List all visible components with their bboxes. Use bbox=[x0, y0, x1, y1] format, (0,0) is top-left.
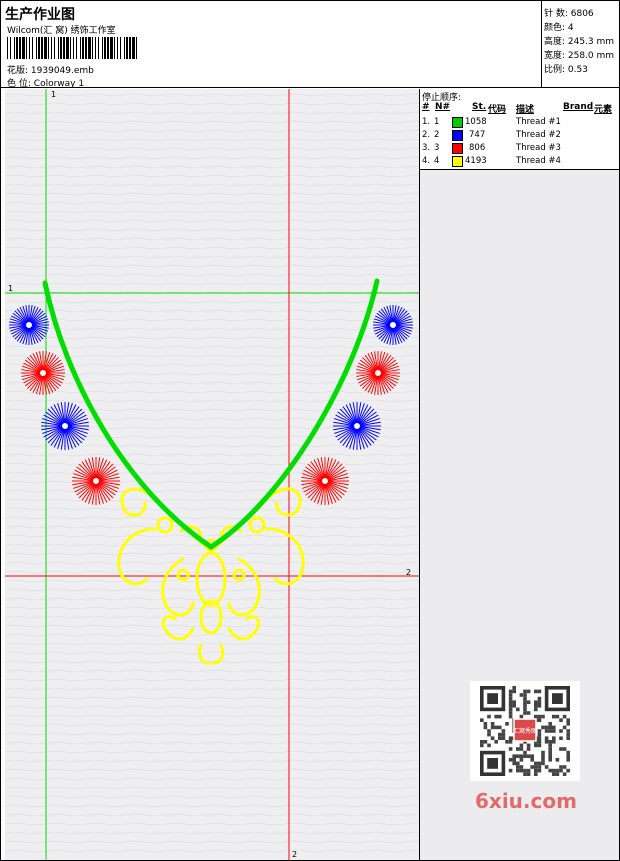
color-swatch bbox=[452, 156, 463, 167]
thread-burst bbox=[301, 457, 349, 505]
col-header-idx: # bbox=[422, 102, 430, 112]
stats-panel: 针 数: 6806 颜色: 4 高度: 245.3 mm 宽度: 258.0 m… bbox=[541, 1, 620, 87]
barcode bbox=[7, 37, 137, 59]
guide-label-h2: 2 bbox=[406, 568, 411, 577]
row-desc: Thread #1 bbox=[516, 117, 561, 127]
guide-label-h1: 1 bbox=[8, 284, 13, 293]
row-desc: Thread #3 bbox=[516, 143, 561, 153]
col-header-n: N# bbox=[435, 102, 451, 112]
col-header-brand: Brand bbox=[563, 102, 594, 112]
qr-code: 汇窝秀图 bbox=[470, 681, 580, 781]
stat-width: 宽度: 258.0 mm bbox=[544, 51, 615, 61]
row-n: 3 bbox=[434, 143, 440, 153]
qr-badge-text: 汇窝秀图 bbox=[513, 727, 537, 735]
header: 生产作业图 Wilcom(汇 窝) 绣饰工作室 花版: 1939049.emb … bbox=[1, 1, 620, 89]
thread-burst bbox=[373, 305, 413, 345]
thread-burst bbox=[9, 305, 49, 345]
company-name: Wilcom(汇 窝) 绣饰工作室 bbox=[7, 26, 116, 36]
embroidery-design: 1 1 2 2 bbox=[5, 89, 419, 860]
stat-height: 高度: 245.3 mm bbox=[544, 37, 615, 47]
row-desc: Thread #4 bbox=[516, 156, 561, 166]
color-swatch bbox=[452, 130, 463, 141]
thread-bursts bbox=[9, 305, 413, 505]
colorway-value: Colorway 1 bbox=[33, 79, 85, 89]
thread-burst bbox=[41, 402, 89, 450]
watermark-text: 6xiu.com bbox=[475, 789, 577, 813]
thread-burst bbox=[72, 457, 120, 505]
page-title: 生产作业图 bbox=[5, 7, 75, 23]
stat-colors: 颜色: 4 bbox=[544, 23, 574, 33]
row-idx: 3. bbox=[422, 143, 431, 153]
row-idx: 4. bbox=[422, 156, 431, 166]
col-header-code: 代码 bbox=[488, 105, 507, 115]
row-code: 1058 bbox=[465, 117, 487, 127]
color-swatch bbox=[452, 117, 463, 128]
design-canvas[interactable]: 1 1 2 2 bbox=[5, 89, 420, 860]
stat-scale: 比例: 0.53 bbox=[544, 65, 588, 75]
green-neckline bbox=[42, 278, 380, 550]
row-n: 4 bbox=[434, 156, 440, 166]
row-code: 747 bbox=[469, 130, 486, 140]
side-panel: 停止顺序: # N# St. 代码 描述 Brand 元素 1. 1 1058 … bbox=[420, 89, 619, 860]
table-row[interactable]: 4. 4 4193 Thread #4 bbox=[420, 156, 619, 168]
row-code: 4193 bbox=[465, 156, 487, 166]
guide-label-v1: 1 bbox=[51, 90, 56, 99]
guide-label-v2: 2 bbox=[292, 850, 297, 859]
row-code: 806 bbox=[469, 143, 486, 153]
colorway-line: 色 位: Colorway 1 bbox=[7, 76, 84, 89]
row-desc: Thread #2 bbox=[516, 130, 561, 140]
col-header-element: 元素 bbox=[594, 105, 613, 115]
production-sheet: 生产作业图 Wilcom(汇 窝) 绣饰工作室 花版: 1939049.emb … bbox=[0, 0, 620, 861]
stat-stitches: 针 数: 6806 bbox=[544, 9, 594, 19]
design-value: 1939049.emb bbox=[30, 66, 94, 76]
design-line: 花版: 1939049.emb bbox=[7, 63, 94, 76]
row-idx: 2. bbox=[422, 130, 431, 140]
colorway-label: 色 位: bbox=[7, 79, 31, 89]
table-row[interactable]: 3. 3 806 Thread #3 bbox=[420, 143, 619, 155]
table-row[interactable]: 2. 2 747 Thread #2 bbox=[420, 130, 619, 142]
design-label: 花版: bbox=[7, 66, 29, 76]
thread-burst bbox=[356, 351, 400, 395]
table-row[interactable]: 1. 1 1058 Thread #1 bbox=[420, 117, 619, 129]
col-header-st: St. bbox=[472, 102, 487, 112]
thread-burst bbox=[333, 402, 381, 450]
stop-sequence-table: 停止顺序: # N# St. 代码 描述 Brand 元素 1. 1 1058 … bbox=[420, 89, 619, 170]
row-idx: 1. bbox=[422, 117, 431, 127]
color-swatch bbox=[452, 143, 463, 154]
col-header-desc: 描述 bbox=[516, 105, 535, 115]
thread-burst bbox=[21, 351, 65, 395]
row-n: 2 bbox=[434, 130, 440, 140]
row-n: 1 bbox=[434, 117, 440, 127]
